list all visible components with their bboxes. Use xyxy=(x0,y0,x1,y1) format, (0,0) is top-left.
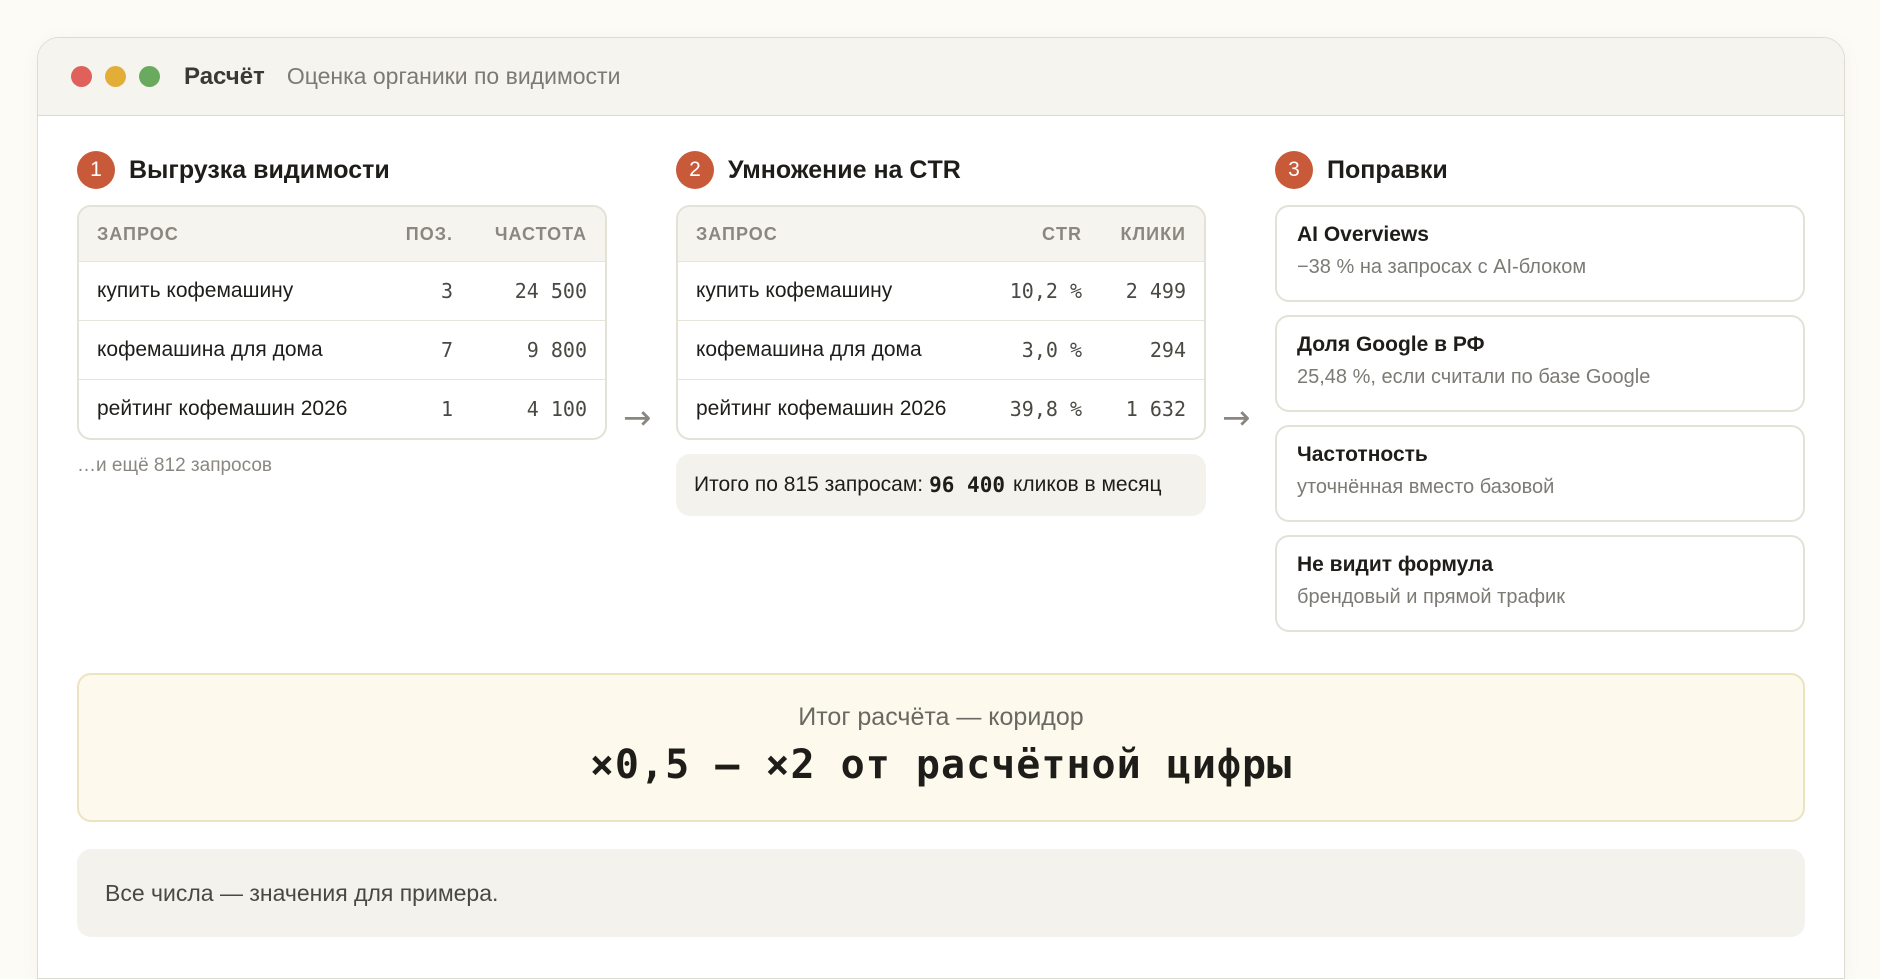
total-suffix: кликов в месяц xyxy=(1012,473,1162,496)
ctr-table: ЗАПРОС CTR КЛИКИ купить кофемашину 10,2 … xyxy=(676,205,1206,440)
more-queries-note: …и ещё 812 запросов xyxy=(77,455,272,476)
query-cell: купить кофемашину xyxy=(696,279,893,302)
position-cell: 3 xyxy=(440,279,453,303)
title-bar: Расчёт Оценка органики по видимости xyxy=(38,38,1844,116)
step-title: Умножение на CTR xyxy=(728,155,961,184)
card-title: Не видит формула xyxy=(1297,553,1494,576)
ctr-cell: 3,0 % xyxy=(1021,338,1082,362)
table-row: рейтинг кофемашин 2026 39,8 % 1 632 xyxy=(678,379,1204,438)
step-header: 1 Выгрузка видимости xyxy=(77,151,607,189)
step-number-badge: 2 xyxy=(676,151,714,189)
example-note: Все числа — значения для примера. xyxy=(77,849,1805,937)
total-prefix: Итого по 815 запросам: xyxy=(694,473,924,496)
adjustment-card-google-share: Доля Google в РФ 25,48 %, если считали п… xyxy=(1275,315,1805,412)
query-cell: купить кофемашину xyxy=(97,279,294,302)
step-header: 3 Поправки xyxy=(1275,151,1805,189)
column-header-position: ПОЗ. xyxy=(405,223,453,244)
minimize-window-button[interactable] xyxy=(105,66,126,87)
column-header-query: ЗАПРОС xyxy=(696,223,778,244)
step-visibility-export: 1 Выгрузка видимости ЗАПРОС ПОЗ. ЧАСТОТА… xyxy=(77,151,607,477)
table-row: кофемашина для дома 3,0 % 294 xyxy=(678,320,1204,379)
position-cell: 7 xyxy=(440,338,453,362)
clicks-cell: 1 632 xyxy=(1125,397,1186,421)
card-title: Доля Google в РФ xyxy=(1297,333,1485,356)
frequency-cell: 24 500 xyxy=(514,279,587,303)
query-cell: кофемашина для дома xyxy=(97,338,323,361)
close-window-button[interactable] xyxy=(71,66,92,87)
step-title: Выгрузка видимости xyxy=(129,155,390,184)
card-text: брендовый и прямой трафик xyxy=(1297,586,1565,608)
app-window: Расчёт Оценка органики по видимости 1 Вы… xyxy=(37,37,1845,979)
step-number-badge: 1 xyxy=(77,151,115,189)
table-row: купить кофемашину 10,2 % 2 499 xyxy=(678,261,1204,320)
card-text: −38 % на запросах с AI-блоком xyxy=(1297,256,1587,278)
query-cell: рейтинг кофемашин 2026 xyxy=(696,397,947,420)
adjustment-card-formula-blindspot: Не видит формула брендовый и прямой траф… xyxy=(1275,535,1805,632)
frequency-cell: 9 800 xyxy=(526,338,587,362)
card-title: Частотность xyxy=(1297,443,1428,466)
card-text: уточнённая вместо базовой xyxy=(1297,476,1555,498)
total-clicks-value: 96 400 xyxy=(929,473,1005,497)
adjustment-card-frequency: Частотность уточнённая вместо базовой xyxy=(1275,425,1805,522)
step-header: 2 Умножение на CTR xyxy=(676,151,1206,189)
result-label: Итог расчёта — коридор xyxy=(798,703,1084,731)
step-ctr-multiply: 2 Умножение на CTR ЗАПРОС CTR КЛИКИ купи… xyxy=(676,151,1206,516)
ctr-cell: 10,2 % xyxy=(1009,279,1082,303)
result-value: ×0,5 — ×2 от расчётной цифры xyxy=(589,742,1293,788)
step-title: Поправки xyxy=(1327,155,1448,184)
column-header-query: ЗАПРОС xyxy=(97,223,179,244)
window-title: Расчёт xyxy=(184,62,265,90)
column-header-clicks: КЛИКИ xyxy=(1120,223,1186,244)
frequency-cell: 4 100 xyxy=(526,397,587,421)
maximize-window-button[interactable] xyxy=(139,66,160,87)
arrow-right-icon: → xyxy=(1222,398,1251,438)
window-subtitle: Оценка органики по видимости xyxy=(286,63,621,89)
clicks-cell: 294 xyxy=(1149,338,1186,362)
table-row: кофемашина для дома 7 9 800 xyxy=(79,320,605,379)
card-title: AI Overviews xyxy=(1297,223,1429,246)
arrow-right-icon: → xyxy=(623,398,652,438)
result-panel: Итог расчёта — коридор ×0,5 — ×2 от расч… xyxy=(77,673,1805,822)
ctr-cell: 39,8 % xyxy=(1009,397,1082,421)
query-cell: рейтинг кофемашин 2026 xyxy=(97,397,348,420)
query-cell: кофемашина для дома xyxy=(696,338,922,361)
table-row: купить кофемашину 3 24 500 xyxy=(79,261,605,320)
table-header-row: ЗАПРОС ПОЗ. ЧАСТОТА xyxy=(79,207,605,261)
column-header-frequency: ЧАСТОТА xyxy=(494,223,587,244)
visibility-table: ЗАПРОС ПОЗ. ЧАСТОТА купить кофемашину 3 … xyxy=(77,205,607,440)
adjustment-card-ai-overviews: AI Overviews −38 % на запросах с AI-блок… xyxy=(1275,205,1805,302)
step-adjustments: 3 Поправки AI Overviews −38 % на запроса… xyxy=(1275,151,1805,645)
total-clicks-summary: Итого по 815 запросам: 96 400 кликов в м… xyxy=(676,454,1206,516)
column-header-ctr: CTR xyxy=(1042,223,1082,244)
position-cell: 1 xyxy=(440,397,453,421)
card-text: 25,48 %, если считали по базе Google xyxy=(1297,366,1651,388)
table-row: рейтинг кофемашин 2026 1 4 100 xyxy=(79,379,605,438)
main-content: 1 Выгрузка видимости ЗАПРОС ПОЗ. ЧАСТОТА… xyxy=(38,117,1844,978)
step-number-badge: 3 xyxy=(1275,151,1313,189)
table-header-row: ЗАПРОС CTR КЛИКИ xyxy=(678,207,1204,261)
clicks-cell: 2 499 xyxy=(1125,279,1186,303)
